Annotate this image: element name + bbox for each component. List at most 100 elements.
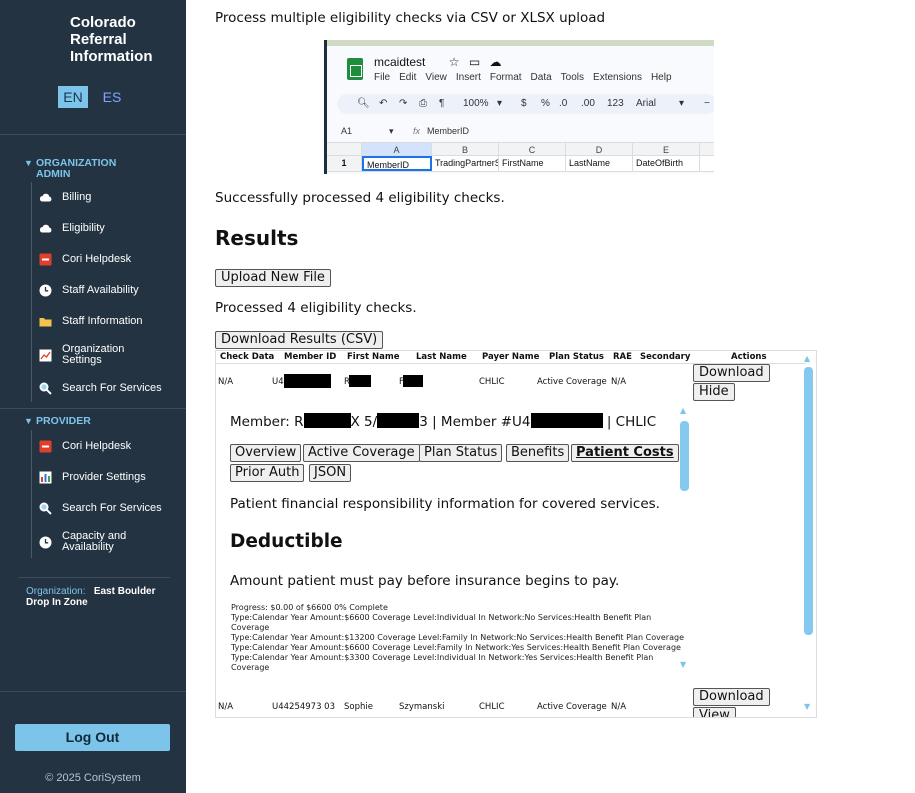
- inner-scrollbar-thumb[interactable]: [680, 421, 689, 491]
- table-cell-rae: N/A: [611, 377, 627, 387]
- column-header-secondary: Secondary: [640, 352, 691, 362]
- row2-view-button[interactable]: View: [693, 707, 736, 717]
- inner-scroll-down-arrow[interactable]: ▼: [680, 661, 686, 669]
- sheet-corner-cell: [327, 143, 362, 155]
- star-icon: ☆: [448, 55, 460, 69]
- sidebar-item-cori-helpdesk[interactable]: Cori Helpdesk: [38, 252, 178, 266]
- sidebar-item-staff-availability[interactable]: Staff Availability: [38, 283, 178, 297]
- tab-json[interactable]: JSON: [309, 464, 352, 482]
- outer-scrollbar-thumb[interactable]: [804, 367, 813, 635]
- chevron-down-icon: ▾: [497, 98, 503, 109]
- member-detail-panel: Member: R X 5/3 | Member #U4 | CHLIC Over…: [217, 403, 692, 677]
- table-cell-payer-name: CHLIC: [479, 377, 505, 387]
- row1-download-button[interactable]: Download: [693, 364, 770, 382]
- sheet-top-strip: [327, 40, 714, 46]
- language-es-button[interactable]: ES: [98, 86, 126, 108]
- sidebar-item-billing[interactable]: Billing: [38, 190, 178, 204]
- sidebar-item-capacity-availability[interactable]: Capacity and Availability: [38, 530, 178, 554]
- tab-overview[interactable]: Overview: [230, 444, 302, 462]
- processed-message: Processed 4 eligibility checks.: [215, 300, 417, 316]
- outer-scroll-up-arrow[interactable]: ▲: [804, 355, 810, 363]
- redaction-bar: [303, 413, 351, 428]
- sheet-cell: DateOfBirth: [633, 156, 700, 171]
- cloud-status-icon: ☁: [489, 55, 502, 69]
- row1-hide-button[interactable]: Hide: [693, 383, 735, 401]
- table-cell-check-data: N/A: [218, 377, 234, 387]
- sheet-zoom: 100%: [463, 98, 489, 109]
- sheet-fx-label: fx: [413, 126, 421, 136]
- column-header-first-name: First Name: [347, 352, 400, 362]
- redaction-bar: [403, 375, 423, 387]
- sidebar-item-provider-settings[interactable]: Provider Settings: [38, 470, 178, 484]
- sidebar-item-staff-information[interactable]: Staff Information: [38, 314, 178, 328]
- organization-info: Organization: East Boulder Drop In Zone: [26, 586, 176, 608]
- redaction-bar: [530, 413, 603, 428]
- sheet-percent: %: [541, 98, 550, 109]
- sheet-menubar: File Edit View Insert Format Data Tools Extensi…: [374, 72, 681, 83]
- sheet-cell: FirstName: [499, 156, 566, 171]
- table-cell-member-id: U44254973 03: [272, 702, 336, 712]
- sheets-logo-icon: [347, 58, 363, 80]
- inner-scroll-up-arrow[interactable]: ▲: [680, 407, 686, 415]
- outer-scroll-down-arrow[interactable]: ▼: [804, 703, 810, 711]
- divider: [0, 408, 186, 409]
- nav-guide-line: [31, 182, 32, 402]
- section-title: PROVIDER: [36, 415, 91, 427]
- table-cell-rae: N/A: [611, 702, 627, 712]
- section-provider-toggle[interactable]: ▼ PROVIDER: [24, 416, 91, 427]
- sidebar-item-provider-search[interactable]: Search For Services: [38, 501, 178, 515]
- chevron-down-icon: ▾: [679, 98, 685, 109]
- download-results-csv-button[interactable]: Download Results (CSV): [215, 331, 384, 349]
- sidebar-item-label: Provider Settings: [62, 470, 146, 483]
- divider: [0, 691, 186, 692]
- deductible-line: Type:Calendar Year Amount:$3300 Coverage…: [231, 653, 654, 662]
- tab-patient-costs[interactable]: Patient Costs: [571, 444, 679, 462]
- sidebar-item-label: Billing: [62, 190, 92, 203]
- column-header-payer-name: Payer Name: [482, 352, 540, 362]
- column-header-plan-status: Plan Status: [549, 352, 604, 362]
- table-cell-member-id: U4: [272, 377, 284, 387]
- sheet-menu-item: Edit: [399, 72, 417, 83]
- success-message: Successfully processed 4 eligibility che…: [215, 190, 505, 206]
- cloud-icon: [38, 190, 52, 204]
- sheet-decrease-decimal: .0: [559, 98, 568, 109]
- language-en-button[interactable]: EN: [58, 86, 88, 108]
- brand-line-1: Colorado: [70, 14, 136, 31]
- deductible-line: Type:Calendar Year Amount:$13200 Coverag…: [231, 633, 684, 642]
- sheet-column-headers: A B C D E: [327, 142, 714, 156]
- tab-benefits[interactable]: Benefits: [506, 444, 570, 462]
- sidebar-item-provider-helpdesk[interactable]: Cori Helpdesk: [38, 439, 178, 453]
- redo-icon: ↷: [399, 98, 408, 109]
- sheet-formula-value: MemberID: [427, 126, 470, 136]
- helpdesk-icon: [38, 439, 52, 453]
- tab-active-coverage[interactable]: Active Coverage: [303, 444, 420, 462]
- results-table: Check Data Member ID First Name Last Nam…: [215, 350, 817, 718]
- folder-move-icon: ▭: [468, 55, 481, 69]
- sidebar: Colorado Referral Information EN ES ▼ ORG…: [0, 0, 186, 793]
- sheet-filename-text: mcaidtest: [374, 55, 426, 69]
- sidebar-item-search-services[interactable]: Search For Services: [38, 381, 178, 395]
- patient-costs-description: Patient financial responsibility informa…: [230, 496, 660, 512]
- logout-button[interactable]: Log Out: [15, 724, 170, 751]
- redaction-bar: [349, 375, 371, 387]
- deductible-heading: Deductible: [230, 531, 343, 552]
- sheet-formula-bar: A1 ▾ fx MemberID: [327, 124, 714, 138]
- sheet-col-header: D: [566, 143, 633, 155]
- sheet-col-header: E: [633, 143, 700, 155]
- section-org-admin-toggle[interactable]: ▼ ORGANIZATION ADMIN: [24, 158, 116, 180]
- sheet-col-header: B: [432, 143, 499, 155]
- tab-prior-auth[interactable]: Prior Auth: [230, 464, 305, 482]
- sheet-menu-item: Help: [650, 72, 672, 83]
- tab-plan-status[interactable]: Plan Status: [419, 444, 503, 462]
- upload-new-file-button[interactable]: Upload New File: [215, 269, 331, 287]
- sheet-increase-decimal: .00: [581, 98, 595, 109]
- bar-chart-icon: [38, 470, 52, 484]
- sidebar-item-eligibility[interactable]: Eligibility: [38, 221, 178, 235]
- column-header-member-id: Member ID: [284, 352, 337, 362]
- member-summary-part: X 5/: [350, 414, 378, 430]
- chart-icon: [38, 348, 52, 362]
- deductible-line: Coverage: [231, 663, 270, 672]
- row2-download-button[interactable]: Download: [693, 688, 770, 706]
- sheet-filename: mcaidtest ☆ ▭ ☁: [374, 55, 502, 69]
- sidebar-item-organization-settings[interactable]: Organization Settings: [38, 343, 178, 367]
